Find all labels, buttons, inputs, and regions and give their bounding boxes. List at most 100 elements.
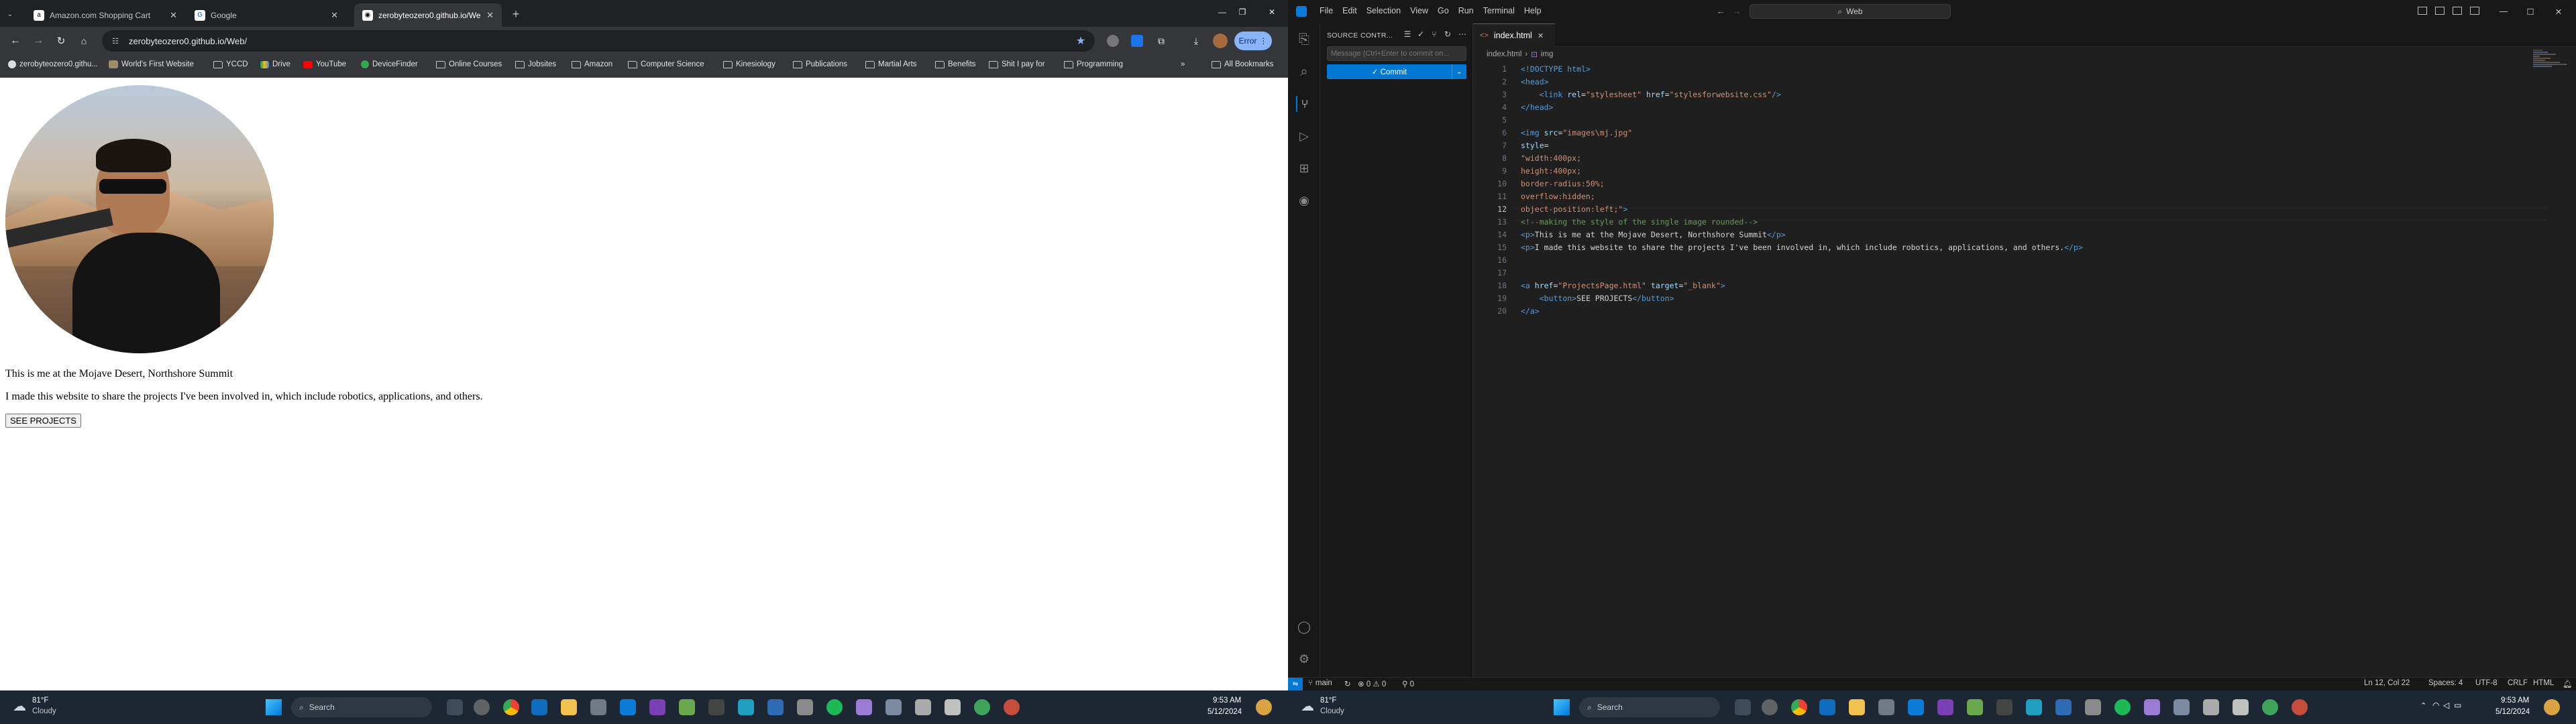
close-icon[interactable]: ✕ [170, 10, 177, 21]
more-bookmarks-icon[interactable]: » [1181, 60, 1185, 68]
menu-run[interactable]: Run [1454, 6, 1479, 15]
toggle-panel-icon[interactable] [2435, 7, 2445, 15]
app-icon[interactable] [2026, 699, 2042, 715]
cursor-position[interactable]: Ln 12, Col 22 [2364, 679, 2410, 687]
app-icon[interactable] [708, 699, 724, 715]
notifications-icon[interactable]: 🔔︎ [2563, 679, 2573, 688]
bookmark-item[interactable]: zerobyteozero0.githu... [8, 60, 98, 68]
menu-edit[interactable]: Edit [1338, 6, 1362, 15]
editor-tab-index-html[interactable]: <> index.html ✕ [1473, 23, 1555, 47]
sync-icon[interactable]: ↻ [1344, 679, 1351, 688]
explorer-icon[interactable]: ⎘ [1296, 32, 1312, 48]
close-icon[interactable]: ✕ [331, 10, 338, 21]
download-icon[interactable]: ⤓ [1190, 35, 1202, 47]
visual-studio-icon[interactable] [649, 699, 665, 715]
app-icon[interactable] [797, 699, 813, 715]
bookmark-item[interactable]: Drive [260, 60, 290, 68]
more-actions-icon[interactable]: ⋯ [1457, 29, 1468, 40]
search-icon[interactable]: ⌕ [1296, 64, 1312, 80]
address-bar[interactable]: ☷ zerobyteozero0.github.io/Web/ ★ [102, 30, 1095, 52]
battery-icon[interactable]: ▭ [2454, 701, 2461, 710]
encoding[interactable]: UTF-8 [2475, 679, 2498, 687]
close-icon[interactable]: ✕ [1538, 32, 1544, 40]
vscode-icon[interactable] [620, 699, 636, 715]
app-icon[interactable] [856, 699, 872, 715]
commit-check-icon[interactable]: ✓ [1415, 29, 1426, 40]
vscode-icon[interactable] [1908, 699, 1924, 715]
menu-go[interactable]: Go [1433, 6, 1454, 15]
site-info-icon[interactable]: ☷ [110, 36, 121, 46]
forward-icon[interactable]: → [1731, 5, 1743, 17]
breadcrumb-symbol[interactable]: img [1541, 50, 1554, 58]
app-icon[interactable] [974, 699, 990, 715]
maximize-icon[interactable]: ❐ [1234, 5, 1250, 19]
notification-avatar[interactable] [1256, 699, 1272, 715]
app-icon[interactable] [915, 699, 931, 715]
commit-button[interactable]: ✓ Commit ⌄ [1327, 64, 1466, 79]
language-mode[interactable]: HTML [2533, 679, 2554, 687]
app-icon[interactable] [2233, 699, 2249, 715]
bookmark-item[interactable]: Online Courses [436, 60, 502, 68]
error-button[interactable]: Error ⋮ [1234, 32, 1272, 50]
app-icon[interactable] [2203, 699, 2219, 715]
minimap[interactable] [2533, 49, 2573, 76]
app-icon[interactable] [2292, 699, 2308, 715]
taskbar-search[interactable]: ⌕ Search [291, 697, 432, 717]
app-icon[interactable] [2144, 699, 2160, 715]
run-debug-icon[interactable]: ▷ [1296, 128, 1312, 144]
tab-search-icon[interactable]: ⌄ [4, 8, 16, 20]
volume-icon[interactable]: ◁ [2443, 701, 2449, 710]
menu-view[interactable]: View [1405, 6, 1433, 15]
bookmark-item[interactable]: YouTube [303, 60, 346, 68]
app-icon[interactable] [679, 699, 695, 715]
bookmark-item[interactable]: Publications [793, 60, 847, 68]
customize-layout-icon[interactable] [2470, 7, 2479, 15]
branch-indicator[interactable]: ⑂ main [1308, 679, 1332, 687]
bookmark-item[interactable]: Programming [1064, 60, 1123, 68]
bookmark-item[interactable]: Benefits [935, 60, 976, 68]
app-icon[interactable] [885, 699, 902, 715]
taskbar-search[interactable]: ⌕ Search [1579, 697, 1720, 717]
menu-help[interactable]: Help [1519, 6, 1546, 15]
forward-icon[interactable]: → [31, 34, 46, 48]
maximize-icon[interactable]: ☐ [2524, 5, 2537, 17]
bookmark-item[interactable]: YCCD [213, 60, 248, 68]
app-icon[interactable] [2262, 699, 2278, 715]
chrome-icon[interactable] [503, 699, 519, 715]
tab-google[interactable]: G Google ✕ [186, 3, 346, 27]
file-explorer-icon[interactable] [1849, 699, 1865, 715]
back-icon[interactable]: ← [8, 34, 23, 48]
close-icon[interactable]: ✕ [486, 10, 494, 21]
bookmark-item[interactable]: DeviceFinder [361, 60, 418, 68]
account-icon[interactable]: ◯ [1296, 619, 1312, 635]
file-explorer-icon[interactable] [561, 699, 577, 715]
chrome-icon[interactable] [1791, 699, 1807, 715]
view-as-icon[interactable]: ☰ [1402, 29, 1413, 40]
app-icon[interactable] [2055, 699, 2072, 715]
all-bookmarks[interactable]: All Bookmarks [1212, 60, 1274, 68]
toggle-secondary-sidebar-icon[interactable] [2453, 7, 2462, 15]
refresh-icon[interactable]: ↻ [1442, 29, 1453, 40]
app-icon[interactable] [2174, 699, 2190, 715]
github-icon[interactable]: ◉ [1296, 192, 1312, 208]
new-tab-icon[interactable]: + [508, 7, 523, 21]
breadcrumb-file[interactable]: index.html [1487, 50, 1521, 58]
bookmark-item[interactable]: Shit I pay for [989, 60, 1045, 68]
bookmark-item[interactable]: Kinesiology [723, 60, 775, 68]
bookmark-star-icon[interactable]: ★ [1075, 35, 1087, 47]
remote-indicator[interactable]: ⇋ [1288, 678, 1303, 690]
bookmark-item[interactable]: World's First Website [109, 60, 194, 68]
app-icon[interactable] [590, 699, 606, 715]
extension-icon[interactable] [1107, 35, 1119, 47]
tab-github-web[interactable]: ◉ zerobyteozero0.github.io/Web/ ✕ [354, 3, 502, 27]
app-icon[interactable] [767, 699, 784, 715]
outlook-icon[interactable] [1819, 699, 1835, 715]
ports-indicator[interactable]: ⚲ 0 [1402, 679, 1414, 688]
start-icon[interactable] [1554, 699, 1570, 715]
tray-overflow-icon[interactable]: ⌃ [2420, 701, 2426, 710]
minimize-icon[interactable]: — [1214, 5, 1230, 19]
app-icon[interactable] [738, 699, 754, 715]
spotify-icon[interactable] [2114, 699, 2131, 715]
bookmark-item[interactable]: Jobsites [515, 60, 556, 68]
menu-terminal[interactable]: Terminal [1479, 6, 1519, 15]
